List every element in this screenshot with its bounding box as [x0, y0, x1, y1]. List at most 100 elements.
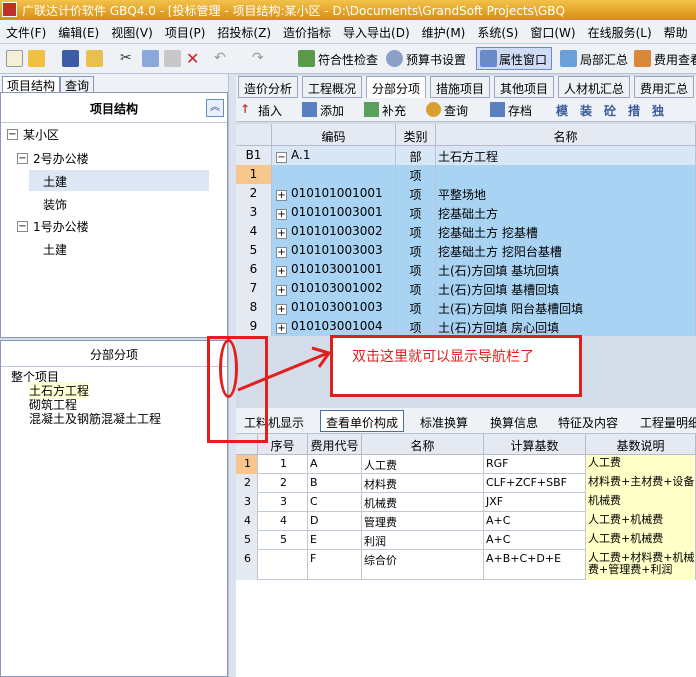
row-number[interactable]: 3: [236, 203, 272, 222]
code-cell[interactable]: +010103001003: [272, 298, 396, 317]
fee-name-cell[interactable]: 材料费: [362, 474, 484, 493]
tab-cost-analysis[interactable]: 造价分析: [238, 76, 299, 98]
type-cell[interactable]: 项: [396, 279, 436, 298]
table-row[interactable]: 1项: [236, 165, 696, 184]
tree-toggle-icon[interactable]: −: [17, 153, 28, 164]
expand-icon[interactable]: +: [276, 285, 287, 296]
menu-maintain[interactable]: 维护(M): [416, 20, 472, 41]
col-header-base[interactable]: 计算基数: [484, 434, 586, 455]
table-row[interactable]: B1− A.1 部土石方工程: [236, 146, 696, 165]
col-header-type[interactable]: 类别: [396, 124, 436, 146]
row-number[interactable]: 2: [236, 184, 272, 203]
row-number[interactable]: B1: [236, 146, 272, 165]
cut-icon[interactable]: ✂: [120, 50, 137, 67]
base-cell[interactable]: CLF+ZCF+SBF: [484, 474, 586, 493]
collapse-icon[interactable]: −: [276, 152, 287, 163]
query-button[interactable]: 查询: [444, 102, 468, 119]
row-number[interactable]: 4: [236, 512, 258, 531]
col-header-name[interactable]: 名称: [436, 124, 696, 146]
name-cell[interactable]: 平整场地: [436, 184, 696, 203]
seq-cell[interactable]: 2: [258, 474, 308, 493]
base-desc-cell[interactable]: 人工费+机械费: [586, 512, 696, 531]
name-cell[interactable]: [436, 165, 696, 184]
menu-view[interactable]: 视图(V): [105, 20, 159, 41]
menu-bidding[interactable]: 招投标(Z): [211, 20, 277, 41]
tree-building-2[interactable]: 2号办公楼: [33, 150, 89, 167]
table-row[interactable]: 2 2 B 材料费 CLF+ZCF+SBF 材料费+主材费+设备: [236, 474, 696, 493]
name-cell[interactable]: 土石方工程: [436, 146, 696, 165]
folder-icon[interactable]: [86, 50, 103, 67]
expand-icon[interactable]: +: [276, 323, 287, 334]
expand-icon[interactable]: +: [276, 304, 287, 315]
tab-project-overview[interactable]: 工程概况: [302, 76, 363, 98]
menu-file[interactable]: 文件(F): [0, 20, 52, 41]
independent-button[interactable]: 独: [652, 102, 664, 119]
tab-sub-items[interactable]: 分部分项: [366, 76, 427, 98]
type-cell[interactable]: 项: [396, 317, 436, 336]
table-row[interactable]: 7 +010103001002 项土(石)方回填 基槽回填: [236, 279, 696, 298]
menu-online[interactable]: 在线服务(L): [582, 20, 658, 41]
fee-name-cell[interactable]: 管理费: [362, 512, 484, 531]
code-cell[interactable]: +010103001001: [272, 260, 396, 279]
menu-help[interactable]: 帮助: [658, 20, 694, 41]
name-cell[interactable]: 土(石)方回填 基槽回填: [436, 279, 696, 298]
expand-icon[interactable]: +: [276, 209, 287, 220]
add-button[interactable]: 添加: [320, 102, 344, 119]
seq-cell[interactable]: 1: [258, 455, 308, 474]
base-desc-cell[interactable]: 人工费+机械费: [586, 531, 696, 550]
seq-cell[interactable]: 5: [258, 531, 308, 550]
base-cell[interactable]: A+C: [484, 512, 586, 531]
menu-system[interactable]: 系统(S): [471, 20, 524, 41]
decoration-button[interactable]: 装: [580, 102, 592, 119]
base-cell[interactable]: A+B+C+D+E: [484, 550, 586, 580]
fee-name-cell[interactable]: 综合价: [362, 550, 484, 580]
row-number[interactable]: 5: [236, 531, 258, 550]
menu-edit[interactable]: 编辑(E): [52, 20, 105, 41]
concrete-button[interactable]: 砼: [604, 102, 616, 119]
fee-name-cell[interactable]: 机械费: [362, 493, 484, 512]
collapse-up-icon[interactable]: ︽: [206, 99, 224, 117]
tab-fee-summary[interactable]: 费用汇总: [634, 76, 695, 98]
row-number[interactable]: 4: [236, 222, 272, 241]
name-cell[interactable]: 挖基础土方: [436, 203, 696, 222]
name-cell[interactable]: 土(石)方回填 阳台基槽回填: [436, 298, 696, 317]
type-cell[interactable]: 项: [396, 184, 436, 203]
open-icon[interactable]: [28, 50, 45, 67]
base-cell[interactable]: JXF: [484, 493, 586, 512]
delete-icon[interactable]: ✕: [186, 50, 203, 67]
budget-settings-button[interactable]: 预算书设置: [406, 51, 466, 68]
tree-toggle-icon[interactable]: −: [17, 221, 28, 232]
tab-conversion-info[interactable]: 换算信息: [490, 414, 538, 431]
col-header-code[interactable]: 编码: [272, 124, 396, 146]
tree-item-decoration[interactable]: 装饰: [43, 196, 67, 213]
tab-features[interactable]: 特征及内容: [558, 414, 618, 431]
tree-item-civil[interactable]: 土建: [43, 241, 67, 258]
base-cell[interactable]: A+C: [484, 531, 586, 550]
fee-view-button[interactable]: 费用查看: [654, 51, 696, 68]
type-cell[interactable]: 项: [396, 165, 436, 184]
fbfx-item[interactable]: 混凝土及钢筋混凝土工程: [29, 410, 161, 427]
seq-cell[interactable]: 3: [258, 493, 308, 512]
tree-root[interactable]: 某小区: [23, 126, 59, 143]
tab-project-structure[interactable]: 项目结构: [2, 76, 61, 93]
table-row[interactable]: 6 +010103001001 项土(石)方回填 基坑回填: [236, 260, 696, 279]
table-row[interactable]: 2 +010101001001 项平整场地: [236, 184, 696, 203]
tree-toggle-icon[interactable]: −: [7, 129, 18, 140]
fee-code-cell[interactable]: B: [308, 474, 362, 493]
fee-code-cell[interactable]: A: [308, 455, 362, 474]
base-desc-cell[interactable]: 材料费+主材费+设备: [586, 474, 696, 493]
row-number[interactable]: 6: [236, 550, 258, 580]
code-cell[interactable]: [272, 165, 396, 184]
code-cell[interactable]: +010101003002: [272, 222, 396, 241]
tree-building-1[interactable]: 1号办公楼: [33, 218, 89, 235]
seq-cell[interactable]: 4: [258, 512, 308, 531]
code-cell[interactable]: − A.1: [272, 146, 396, 165]
expand-icon[interactable]: +: [276, 266, 287, 277]
type-cell[interactable]: 部: [396, 146, 436, 165]
row-number[interactable]: 1: [236, 165, 272, 184]
fee-code-cell[interactable]: D: [308, 512, 362, 531]
menu-project[interactable]: 项目(P): [159, 20, 212, 41]
base-desc-cell[interactable]: 人工费+材料费+机械费+管理费+利润: [586, 550, 696, 580]
table-row[interactable]: 4 +010101003002 项挖基础土方 挖基槽: [236, 222, 696, 241]
col-header-name[interactable]: 名称: [362, 434, 484, 455]
